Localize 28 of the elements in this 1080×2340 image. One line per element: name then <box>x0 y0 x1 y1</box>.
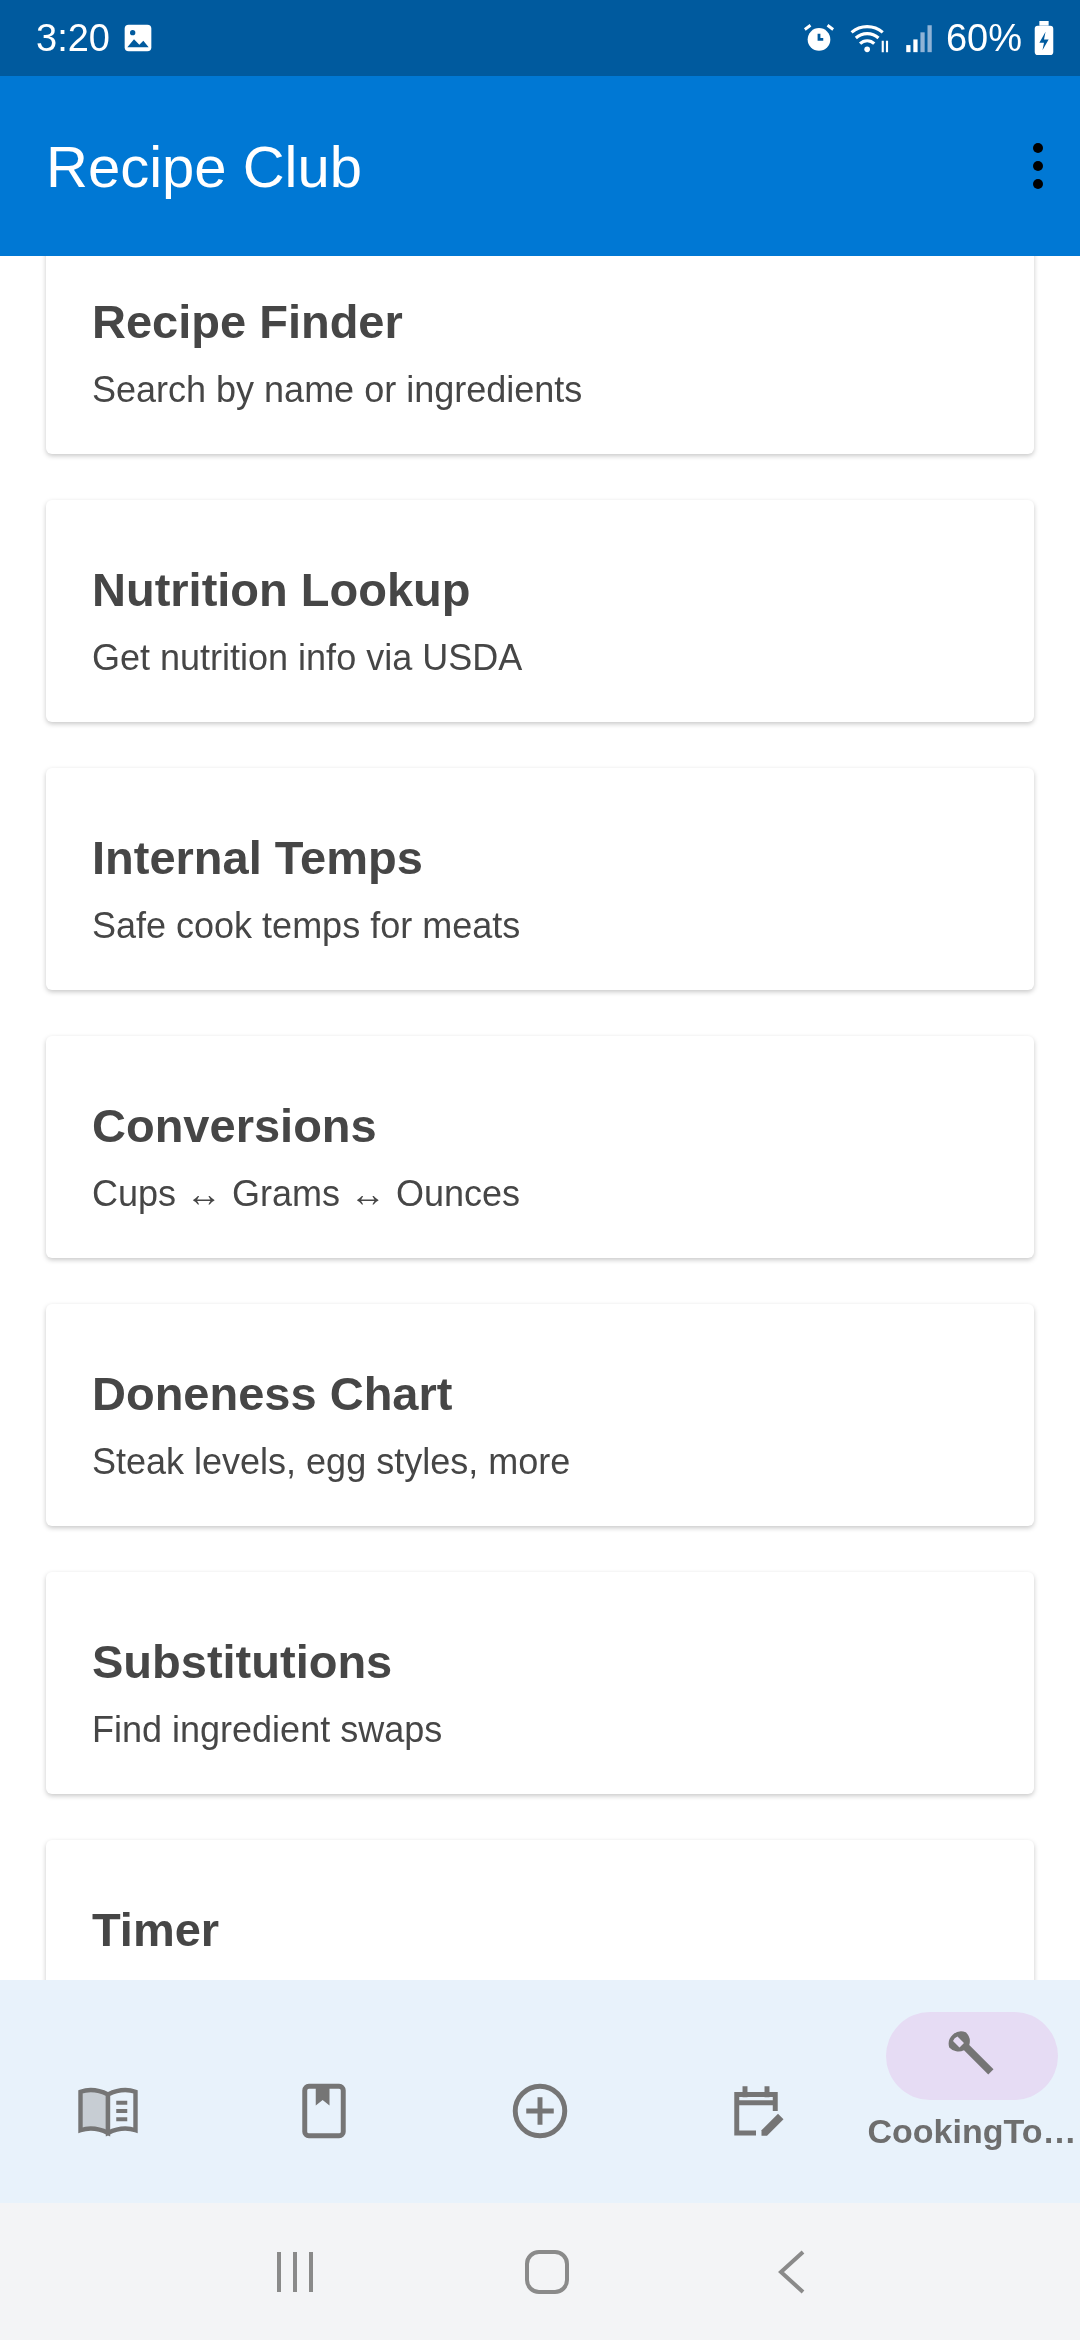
status-time: 3:20 <box>36 16 110 60</box>
tool-card[interactable]: Doneness Chart Steak levels, egg styles, more <box>46 1304 1034 1526</box>
card-subtitle: Safe cook temps for meats <box>92 903 522 947</box>
card-title: Substitutions <box>92 1636 394 1688</box>
app-title: Recipe Club <box>46 132 362 200</box>
tool-card[interactable]: Internal Temps Safe cook temps for meats <box>46 768 1034 990</box>
tool-card[interactable]: Substitutions Find ingredient swaps <box>46 1572 1034 1794</box>
card-title: Recipe Finder <box>92 296 404 348</box>
card-subtitle: Get nutrition info via USDA <box>92 635 524 679</box>
tool-card[interactable]: Nutrition Lookup Get nutrition info via USDA <box>46 500 1034 722</box>
card-subtitle: Find ingredient swaps <box>92 1707 444 1751</box>
battery-percent: 60% <box>945 16 1022 60</box>
card-title: Timer <box>92 1904 221 1956</box>
card-title: Doneness Chart <box>92 1368 454 1420</box>
card-title: Conversions <box>92 1100 378 1152</box>
back-icon[interactable] <box>776 2248 807 2295</box>
card-subtitle: Search by name or ingredients <box>92 367 584 411</box>
nav-item[interactable]: CookingTo… <box>864 2012 1080 2151</box>
card-title: Internal Temps <box>92 832 424 884</box>
card-title: Nutrition Lookup <box>92 564 472 616</box>
tool-card[interactable]: Conversions Cups ↔ Grams ↔ Ounces <box>46 1036 1034 1258</box>
card-subtitle: Steak levels, egg styles, more <box>92 1439 572 1483</box>
tool-card[interactable]: Recipe Finder Search by name or ingredients <box>46 256 1034 454</box>
more-options-icon <box>1032 142 1044 190</box>
tool-card[interactable]: Timer <box>46 1840 1034 1980</box>
home-icon[interactable] <box>524 2248 570 2295</box>
battery-icon <box>1034 21 1054 55</box>
card-subtitle: Cups ↔ Grams ↔ Ounces <box>92 1171 522 1215</box>
